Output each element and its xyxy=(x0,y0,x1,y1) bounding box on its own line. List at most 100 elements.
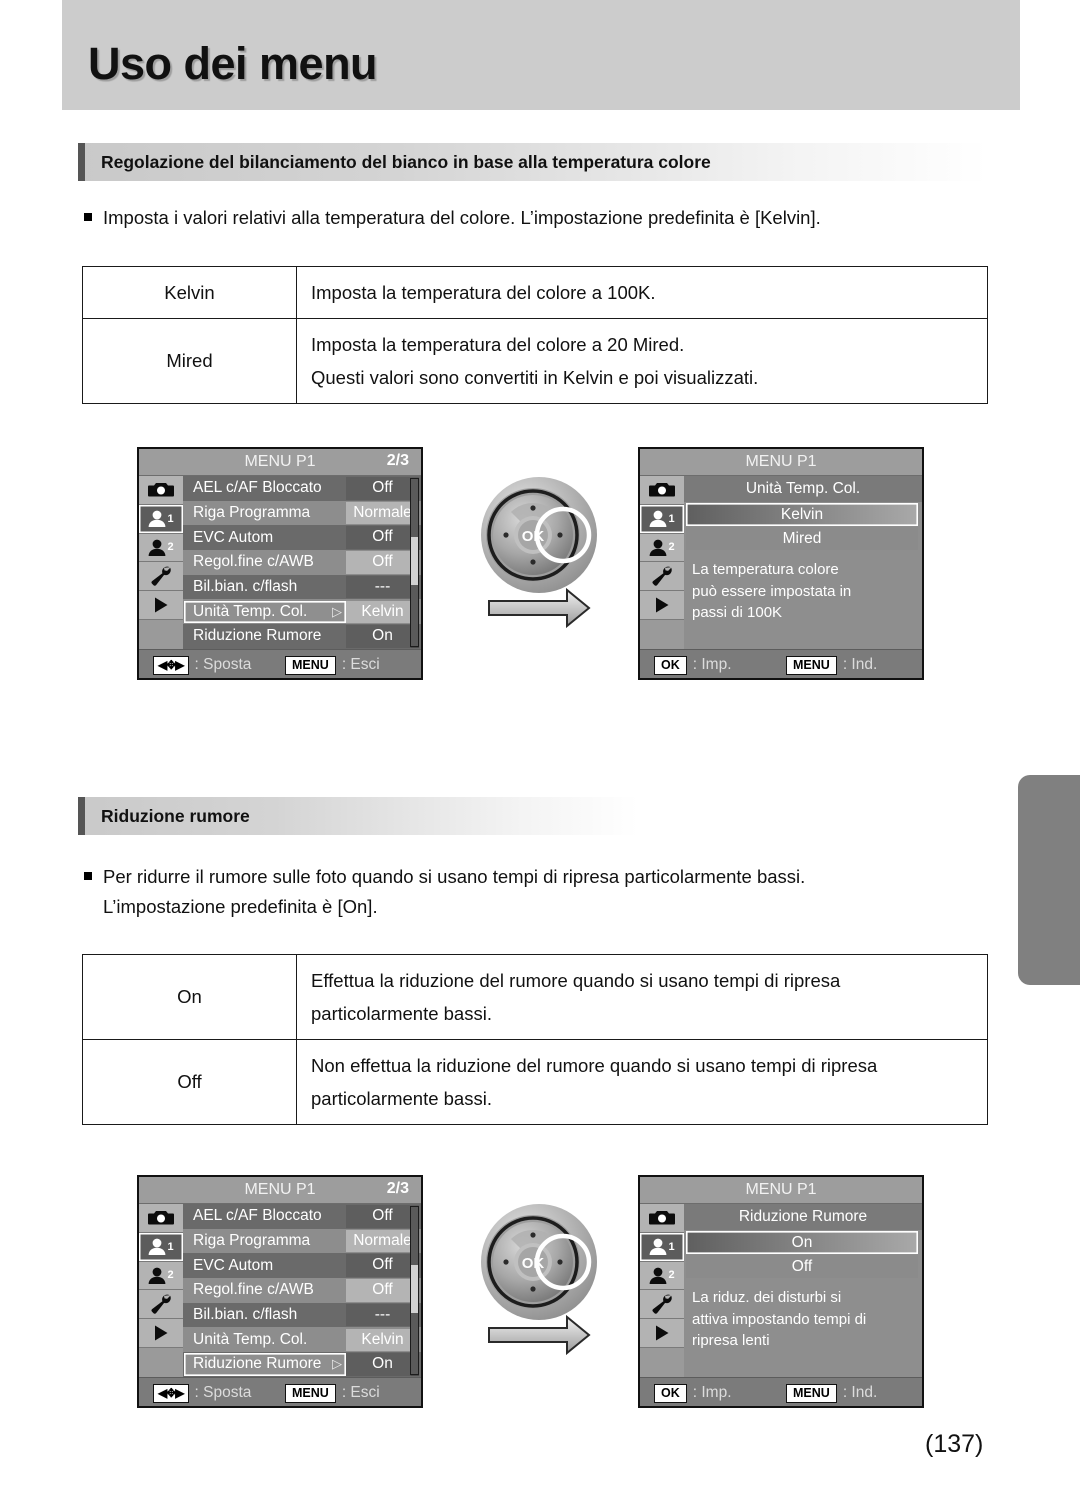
lcd-menu-row-value-text: Normale xyxy=(353,1231,412,1249)
lcd-body: 1 2 Unità Temp. Col. Kelvin Mired La tem… xyxy=(640,476,922,649)
lcd-menu-row-labelwrap: Riga Programma xyxy=(184,502,346,525)
lcd-tab-playback[interactable] xyxy=(139,1319,183,1348)
play-icon xyxy=(155,1325,168,1341)
lcd-tab-custom-1[interactable]: 1 xyxy=(640,1232,684,1262)
lcd-menu-row[interactable]: Unità Temp. Col. Kelvin xyxy=(183,1327,421,1353)
lcd-menu-row-label: Unità Temp. Col. xyxy=(193,602,308,620)
lcd-menu-row-labelwrap: AEL c/AF Bloccato xyxy=(184,477,346,500)
lcd-menu-row-value[interactable]: --- xyxy=(346,1303,419,1327)
lcd-menu-row[interactable]: Riduzione Rumore On xyxy=(183,624,421,649)
chapter-thumb-tab xyxy=(1018,775,1080,985)
person-icon xyxy=(149,1238,166,1256)
lcd-tab-custom-2[interactable]: 2 xyxy=(139,1261,183,1291)
lcd-menu-row[interactable]: EVC Autom Off xyxy=(183,1253,421,1279)
lcd-tab-custom-2[interactable]: 2 xyxy=(640,1261,684,1291)
lcd-tab-playback[interactable] xyxy=(640,1319,684,1348)
lcd-tab-camera[interactable] xyxy=(139,476,183,505)
lcd-menu-row-labelwrap: EVC Autom xyxy=(184,526,346,549)
chevron-right-icon: ▷ xyxy=(332,603,342,619)
lcd-menu-row-value[interactable]: Off xyxy=(346,526,419,549)
lcd-menu-row-value[interactable]: Normale xyxy=(346,501,419,525)
lcd-footer: OK : Imp. MENU : Ind. xyxy=(640,649,922,678)
lcd-menu-row[interactable]: AEL c/AF Bloccato Off xyxy=(183,1204,421,1229)
lcd-tab-playback[interactable] xyxy=(640,591,684,620)
lcd-scrollbar-thumb[interactable] xyxy=(411,537,418,585)
lcd-title-bar: MENU P1 xyxy=(640,1177,922,1204)
lcd-menu-row-value[interactable]: On xyxy=(346,625,419,648)
lcd-menu-row-label: Bil.bian. c/flash xyxy=(193,578,298,596)
lcd-menu-row-selected[interactable]: Unità Temp. Col. ▷ Kelvin xyxy=(183,599,421,625)
lcd-menu-row-value[interactable]: Off xyxy=(346,1279,419,1302)
lcd-menu-row-value[interactable]: Normale xyxy=(346,1229,419,1253)
lcd-menu-row-value-text: Off xyxy=(372,1256,393,1274)
lcd-screenshot-menu-wb: MENU P1 2/3 1 2 AEL c/AF Bloccato Off Ri… xyxy=(137,447,423,680)
lcd-option-title: Unità Temp. Col. xyxy=(684,476,922,502)
lcd-tab-custom-1[interactable]: 1 xyxy=(640,504,684,534)
lcd-scrollbar[interactable] xyxy=(410,1206,419,1375)
lcd-option-label: Mired xyxy=(782,529,822,547)
lcd-tab-badge: 1 xyxy=(668,1240,675,1253)
wrench-icon xyxy=(151,566,171,586)
lcd-menu-row-label: Regol.fine c/AWB xyxy=(193,553,314,571)
lcd-footer-hint-back: MENU : Ind. xyxy=(786,655,877,675)
lcd-menu-row-value-text: Off xyxy=(372,528,393,546)
lcd-scrollbar[interactable] xyxy=(410,478,419,647)
lcd-tab-camera[interactable] xyxy=(640,1204,684,1233)
bullet-square-icon xyxy=(84,213,92,221)
lcd-tab-custom-1[interactable]: 1 xyxy=(139,1232,183,1262)
bullet-text: Imposta i valori relativi alla temperatu… xyxy=(103,207,821,228)
lcd-menu-row-value[interactable]: Kelvin xyxy=(346,1328,419,1352)
lcd-tab-playback[interactable] xyxy=(139,591,183,620)
lcd-title-text: MENU P1 xyxy=(244,453,316,470)
lcd-option-item[interactable]: Off xyxy=(686,1255,918,1278)
lcd-tab-setup[interactable] xyxy=(139,562,183,592)
lcd-menu-row-value[interactable]: Off xyxy=(346,1254,419,1277)
lcd-menu-row[interactable]: Regol.fine c/AWB Off xyxy=(183,550,421,575)
lcd-menu-row-value[interactable]: On xyxy=(346,1353,419,1376)
table-cell-key: Off xyxy=(82,1039,297,1125)
camera-icon xyxy=(148,1211,174,1225)
lcd-scrollbar-thumb[interactable] xyxy=(411,1265,418,1313)
lcd-menu-row-value[interactable]: Off xyxy=(346,1205,419,1228)
lcd-option-item[interactable]: Mired xyxy=(686,527,918,550)
navigation-dial-graphic-2: OK xyxy=(467,1200,627,1355)
lcd-tab-setup[interactable] xyxy=(139,1290,183,1320)
lcd-tab-strip: 1 2 xyxy=(139,476,183,649)
lcd-menu-row-value[interactable]: Kelvin xyxy=(346,600,419,624)
lcd-menu-row-labelwrap: Riga Programma xyxy=(184,1230,346,1253)
ok-key-icon: OK xyxy=(654,655,687,675)
camera-icon xyxy=(649,483,675,497)
menu-key-icon: MENU xyxy=(786,1383,837,1403)
lcd-footer-hint-set: OK : Imp. xyxy=(654,655,732,675)
lcd-tab-setup[interactable] xyxy=(640,1290,684,1320)
section-heading-label: Regolazione del bilanciamento del bianco… xyxy=(101,151,711,172)
lcd-menu-row-value-text: --- xyxy=(374,577,391,595)
lcd-menu-row[interactable]: Riga Programma Normale xyxy=(183,500,421,526)
lcd-tab-custom-1[interactable]: 1 xyxy=(139,504,183,534)
lcd-footer-hint-back: MENU : Ind. xyxy=(786,1383,877,1403)
lcd-menu-row-selected[interactable]: Riduzione Rumore ▷ On xyxy=(183,1352,421,1377)
lcd-menu-row[interactable]: EVC Autom Off xyxy=(183,525,421,551)
lcd-tab-camera[interactable] xyxy=(640,476,684,505)
lcd-option-item-selected[interactable]: On xyxy=(686,1231,918,1254)
bullet-text-wrap: Per ridurre il rumore sulle foto quando … xyxy=(103,862,805,922)
lcd-footer-text: : Sposta xyxy=(194,1384,252,1401)
lcd-tab-camera[interactable] xyxy=(139,1204,183,1233)
lcd-tab-custom-2[interactable]: 2 xyxy=(640,533,684,563)
lcd-menu-row[interactable]: Bil.bian. c/flash --- xyxy=(183,574,421,600)
lcd-menu-row-value[interactable]: --- xyxy=(346,575,419,599)
lcd-menu-row-value[interactable]: Off xyxy=(346,551,419,574)
lcd-option-item-selected[interactable]: Kelvin xyxy=(686,503,918,526)
lcd-menu-row[interactable]: Regol.fine c/AWB Off xyxy=(183,1278,421,1303)
lcd-menu-row[interactable]: Riga Programma Normale xyxy=(183,1228,421,1254)
lcd-menu-row-value[interactable]: Off xyxy=(346,477,419,500)
lcd-menu-row[interactable]: AEL c/AF Bloccato Off xyxy=(183,476,421,501)
lcd-screenshot-option-nr: MENU P1 1 2 Riduzione Rumore On Off La r… xyxy=(638,1175,924,1408)
section-heading-white-balance: Regolazione del bilanciamento del bianco… xyxy=(78,143,988,181)
lcd-menu-row[interactable]: Bil.bian. c/flash --- xyxy=(183,1302,421,1328)
lcd-tab-setup[interactable] xyxy=(640,562,684,592)
lcd-tab-custom-2[interactable]: 2 xyxy=(139,533,183,563)
lcd-option-description-line: La temperatura colore xyxy=(692,561,839,578)
lcd-tab-badge: 2 xyxy=(167,541,174,554)
lcd-menu-row-value-text: Off xyxy=(372,1207,393,1225)
